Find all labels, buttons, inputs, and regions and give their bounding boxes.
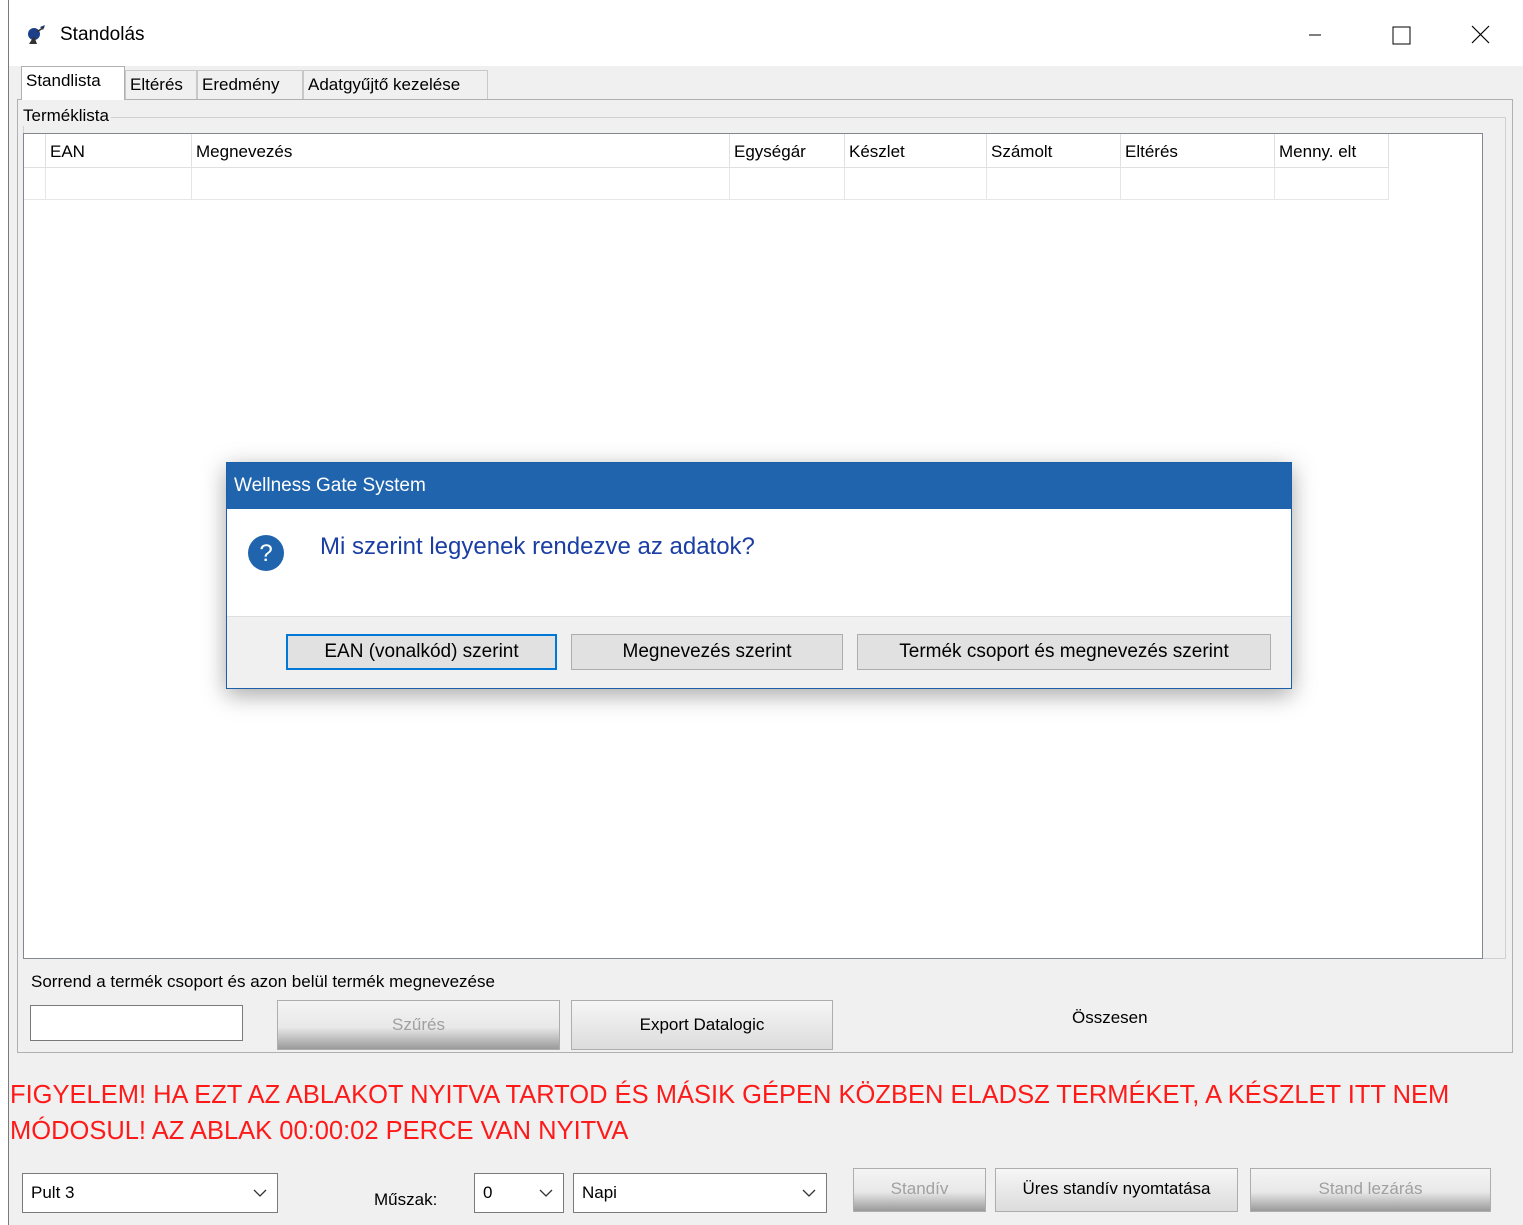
chevron-down-icon xyxy=(539,1189,553,1197)
filter-input[interactable] xyxy=(30,1005,243,1041)
table-cell[interactable] xyxy=(192,168,730,200)
stand-close-button[interactable]: Stand lezárás xyxy=(1250,1168,1491,1212)
title-bar: Standolás xyxy=(9,0,1523,66)
shift-select[interactable]: 0 xyxy=(474,1173,564,1213)
column-header-stock[interactable]: Készlet xyxy=(845,134,987,168)
chevron-down-icon xyxy=(253,1189,267,1197)
table-cell[interactable] xyxy=(845,168,987,200)
summary-label: Összesen xyxy=(1072,1008,1148,1027)
column-header-ean[interactable]: EAN xyxy=(46,134,192,168)
table-cell[interactable] xyxy=(46,168,192,200)
window-title: Standolás xyxy=(60,24,145,45)
row-header-corner xyxy=(24,134,46,168)
chevron-down-icon xyxy=(802,1189,816,1197)
tab-standlista[interactable]: Standlista xyxy=(21,66,125,100)
product-list-label: Terméklista xyxy=(21,106,111,126)
empty-print-button[interactable]: Üres standív nyomtatása xyxy=(995,1168,1238,1212)
dialog-title: Wellness Gate System xyxy=(227,463,1291,509)
table-cell[interactable] xyxy=(730,168,845,200)
tab-adatgyujto[interactable]: Adatgyűjtő kezelése xyxy=(303,70,488,100)
standiv-button[interactable]: Standív xyxy=(853,1168,986,1212)
warning-message: FIGYELEM! HA EZT AZ ABLAKOT NYITVA TARTO… xyxy=(10,1081,1450,1145)
counter-select-value: Pult 3 xyxy=(31,1183,75,1202)
question-icon: ? xyxy=(248,535,284,571)
sort-by-name-button[interactable]: Megnevezés szerint xyxy=(571,634,843,670)
column-header-name[interactable]: Megnevezés xyxy=(192,134,730,168)
maximize-icon[interactable] xyxy=(1377,14,1423,54)
sort-dialog: Wellness Gate System ? Mi szerint legyen… xyxy=(226,462,1292,689)
filter-button[interactable]: Szűrés xyxy=(277,1000,560,1050)
sort-by-group-and-name-button[interactable]: Termék csoport és megnevezés szerint xyxy=(857,634,1271,670)
dialog-message: Mi szerint legyenek rendezve az adatok? xyxy=(320,533,755,560)
row-header[interactable] xyxy=(24,168,46,200)
counter-select[interactable]: Pult 3 xyxy=(22,1173,278,1213)
table-cell[interactable] xyxy=(1275,168,1389,200)
shift-select-value: 0 xyxy=(483,1183,493,1202)
column-header-unit-price[interactable]: Egységár xyxy=(730,134,845,168)
export-datalogic-button[interactable]: Export Datalogic xyxy=(571,1000,833,1050)
period-select-value: Napi xyxy=(582,1183,617,1202)
sort-order-text: Sorrend a termék csoport és azon belül t… xyxy=(31,972,495,991)
sort-by-ean-button[interactable]: EAN (vonalkód) szerint xyxy=(286,634,557,670)
svg-text:?: ? xyxy=(259,540,272,567)
close-icon[interactable] xyxy=(1457,14,1503,54)
shift-label: Műszak: xyxy=(374,1190,438,1209)
app-icon xyxy=(28,25,45,44)
column-header-qty-difference[interactable]: Menny. elt xyxy=(1275,134,1389,168)
column-header-difference[interactable]: Eltérés xyxy=(1121,134,1275,168)
period-select[interactable]: Napi xyxy=(573,1173,827,1213)
column-header-counted[interactable]: Számolt xyxy=(987,134,1121,168)
minimize-icon[interactable] xyxy=(1292,14,1338,54)
table-cell[interactable] xyxy=(1121,168,1275,200)
tab-elteres[interactable]: Eltérés xyxy=(125,70,197,100)
dialog-button-bar: EAN (vonalkód) szerint Megnevezés szerin… xyxy=(227,616,1291,688)
tab-eredmeny[interactable]: Eredmény xyxy=(197,70,303,100)
table-cell[interactable] xyxy=(987,168,1121,200)
